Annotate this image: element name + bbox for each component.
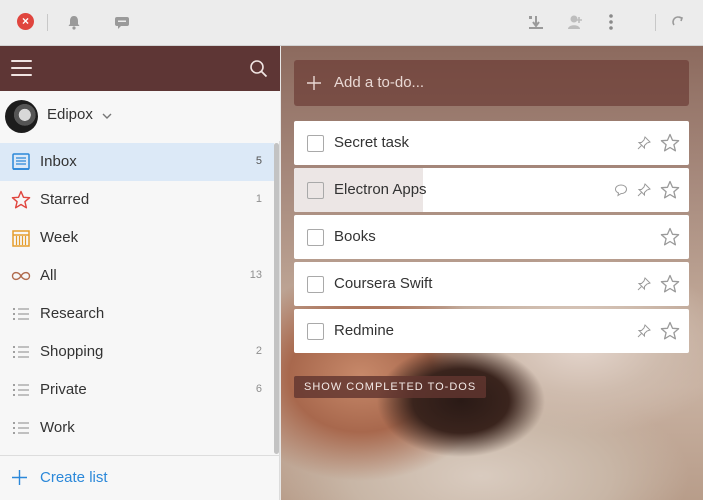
comment-icon xyxy=(614,183,628,197)
list-label: Research xyxy=(40,305,105,322)
sync-icon[interactable] xyxy=(669,13,687,31)
toolbar-divider xyxy=(655,14,656,31)
list-nav: Inbox 5 Starred 1 Week All 13 Research S… xyxy=(0,143,274,447)
task-checkbox[interactable] xyxy=(307,182,324,199)
add-todo-input[interactable]: Add a to-do... xyxy=(294,60,689,106)
add-user-icon[interactable] xyxy=(566,13,584,31)
list-label: Starred xyxy=(40,191,90,208)
pin-icon xyxy=(637,324,651,338)
star-icon[interactable] xyxy=(660,274,680,294)
sidebar-item-work[interactable]: Work xyxy=(0,409,274,447)
task-title: Secret task xyxy=(334,134,410,151)
list-label: Work xyxy=(40,419,75,436)
list-count: 1 xyxy=(255,193,262,205)
title-bar: × xyxy=(0,0,703,46)
task-row[interactable]: Books xyxy=(294,215,689,259)
calendar-week-icon xyxy=(11,228,31,248)
list-count: 5 xyxy=(255,155,262,167)
task-title: Coursera Swift xyxy=(334,275,433,292)
list-label: All xyxy=(40,267,57,284)
task-title: Redmine xyxy=(334,322,395,339)
list-label: Private xyxy=(40,381,87,398)
task-row[interactable]: Coursera Swift xyxy=(294,262,689,306)
sidebar-item-inbox[interactable]: Inbox 5 xyxy=(0,143,274,181)
plus-icon xyxy=(11,469,28,486)
toolbar-divider xyxy=(47,14,48,31)
star-icon[interactable] xyxy=(660,227,680,247)
close-icon[interactable]: × xyxy=(17,13,34,30)
sidebar-item-private[interactable]: Private 6 xyxy=(0,371,274,409)
avatar xyxy=(5,100,38,133)
star-icon xyxy=(11,190,31,210)
show-completed-button[interactable]: SHOW COMPLETED TO-DOS xyxy=(294,376,487,398)
create-list-label: Create list xyxy=(40,469,108,486)
star-icon[interactable] xyxy=(660,180,680,200)
sidebar: Edipox Inbox 5 Starred 1 Week All 13 Res… xyxy=(0,46,280,500)
comment-icon[interactable] xyxy=(113,13,131,31)
sidebar-item-all[interactable]: All 13 xyxy=(0,257,274,295)
task-title: Books xyxy=(334,228,376,245)
sidebar-item-week[interactable]: Week xyxy=(0,219,274,257)
user-menu[interactable]: Edipox xyxy=(0,91,280,141)
list-count: 2 xyxy=(255,345,262,357)
hamburger-menu-icon[interactable] xyxy=(11,60,32,76)
list-icon xyxy=(11,418,31,438)
add-todo-placeholder: Add a to-do... xyxy=(334,74,425,91)
star-icon[interactable] xyxy=(660,321,680,341)
task-row[interactable]: Electron Apps xyxy=(294,168,689,212)
sidebar-scrollbar[interactable] xyxy=(274,143,279,454)
pin-icon xyxy=(637,136,651,150)
task-row[interactable]: Secret task xyxy=(294,121,689,165)
task-checkbox[interactable] xyxy=(307,135,324,152)
list-label: Shopping xyxy=(40,343,104,360)
pin-icon xyxy=(637,277,651,291)
task-row[interactable]: Redmine xyxy=(294,309,689,353)
search-icon[interactable] xyxy=(249,59,268,78)
inbox-icon xyxy=(11,152,31,172)
list-icon xyxy=(11,380,31,400)
list-icon xyxy=(11,304,31,324)
task-checkbox[interactable] xyxy=(307,323,324,340)
sort-icon[interactable] xyxy=(527,13,545,31)
list-icon xyxy=(11,342,31,362)
star-icon[interactable] xyxy=(660,133,680,153)
sidebar-item-shopping[interactable]: Shopping 2 xyxy=(0,333,274,371)
sidebar-header xyxy=(0,46,280,91)
sidebar-item-starred[interactable]: Starred 1 xyxy=(0,181,274,219)
chevron-down-icon[interactable] xyxy=(101,109,113,121)
task-title: Electron Apps xyxy=(334,181,427,198)
task-panel: Add a to-do... Secret task Electron Apps xyxy=(281,46,703,500)
plus-icon xyxy=(306,75,322,91)
task-checkbox[interactable] xyxy=(307,229,324,246)
more-options-icon[interactable] xyxy=(602,13,620,31)
bell-icon[interactable] xyxy=(65,13,83,31)
create-list-button[interactable]: Create list xyxy=(0,455,279,500)
sidebar-item-research[interactable]: Research xyxy=(0,295,274,333)
pin-icon xyxy=(637,183,651,197)
list-label: Inbox xyxy=(40,153,77,170)
task-checkbox[interactable] xyxy=(307,276,324,293)
infinity-icon xyxy=(11,266,31,286)
task-list: Secret task Electron Apps Books Coursera… xyxy=(294,121,689,356)
list-label: Week xyxy=(40,229,79,246)
list-count: 13 xyxy=(249,269,262,281)
list-count: 6 xyxy=(255,383,262,395)
username: Edipox xyxy=(47,106,93,123)
